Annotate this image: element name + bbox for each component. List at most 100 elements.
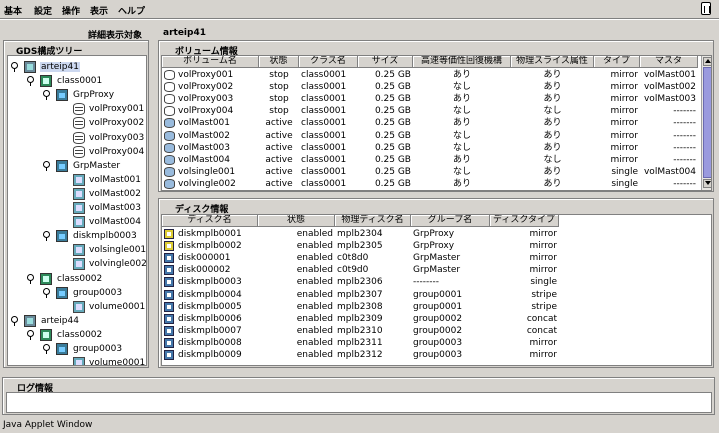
table-cell: stop bbox=[269, 94, 289, 105]
table-row[interactable]: diskmplb0007 enabled mplb2310 group0002 conc… bbox=[162, 325, 698, 337]
table-cell: なし bbox=[452, 82, 471, 93]
menu-view[interactable]: 表示 bbox=[90, 4, 108, 17]
tree-node-label: volvingle002 bbox=[89, 259, 147, 270]
column-header[interactable]: 状態 bbox=[259, 56, 299, 68]
column-header[interactable]: グループ名 bbox=[411, 215, 490, 227]
volume-icon bbox=[164, 178, 175, 189]
table-row[interactable]: volvingle002 active class0001 0.25 GB あり あり si… bbox=[162, 178, 698, 190]
table-row[interactable]: volsingle001 active class0001 0.25 GB なし あり si… bbox=[162, 166, 698, 178]
table-row[interactable]: diskmplb0005 enabled mplb2308 group0001 stri… bbox=[162, 301, 698, 313]
expand-key-icon[interactable] bbox=[43, 231, 52, 242]
table-cell: group0003 bbox=[413, 337, 463, 348]
table-row[interactable]: diskmplb0006 enabled mplb2309 group0002 conc… bbox=[162, 313, 698, 325]
table-row[interactable]: volMast004 active class0001 0.25 GB あり なし mirr… bbox=[162, 154, 698, 166]
table-cell: 0.25 GB bbox=[374, 70, 411, 80]
log-area[interactable] bbox=[6, 392, 712, 413]
expand-key-icon[interactable] bbox=[43, 160, 52, 171]
expand-key-icon[interactable] bbox=[43, 90, 52, 101]
column-header[interactable]: 高速等価性回復機構 bbox=[413, 56, 511, 68]
table-row[interactable]: disk000001 enabled c0t8d0 GrpMaster mirror bbox=[162, 252, 698, 264]
table-cell: group0001 bbox=[413, 289, 463, 300]
table-cell: active bbox=[265, 118, 293, 129]
table-cell: あり bbox=[452, 118, 471, 129]
table-cell: volMast004 bbox=[643, 166, 696, 177]
disk-icon bbox=[164, 241, 174, 252]
tree-node-label: arteip44 bbox=[41, 315, 79, 326]
table-row[interactable]: diskmplb0003 enabled mplb2306 -------- singl… bbox=[162, 276, 698, 288]
volume-icon bbox=[73, 131, 85, 144]
expand-key-icon[interactable] bbox=[27, 76, 36, 87]
table-cell: なし bbox=[452, 130, 471, 141]
table-cell: mplb2311 bbox=[337, 337, 383, 348]
menu-settings[interactable]: 設定 bbox=[34, 4, 52, 17]
menu-basic[interactable]: 基本 bbox=[4, 4, 22, 17]
table-cell: class0001 bbox=[301, 154, 347, 165]
tree-node-label: volMast003 bbox=[89, 203, 142, 213]
column-header[interactable]: 状態 bbox=[258, 215, 335, 227]
column-header[interactable]: ディスク名 bbox=[162, 215, 258, 227]
table-cell: group0002 bbox=[413, 313, 463, 324]
table-cell: 0.25 GB bbox=[374, 154, 411, 165]
volume-scroll-thumb[interactable] bbox=[703, 67, 711, 178]
scroll-up-arrow-icon[interactable] bbox=[703, 57, 711, 66]
volume-scrollbar[interactable] bbox=[701, 56, 711, 190]
table-row[interactable]: volMast003 active class0001 0.25 GB なし あり mirr… bbox=[162, 142, 698, 154]
table-cell: あり bbox=[543, 118, 562, 129]
table-row[interactable]: diskmplb0001 enabled mplb2304 GrpProxy mirro… bbox=[162, 228, 698, 240]
expand-key-icon[interactable] bbox=[27, 273, 36, 284]
column-header[interactable]: 物理ディスク名 bbox=[335, 215, 411, 227]
volume-active-icon bbox=[73, 300, 85, 313]
trash-icon[interactable] bbox=[701, 2, 711, 15]
status-bar: Java Applet Window bbox=[3, 420, 93, 430]
table-cell: 0.25 GB bbox=[374, 142, 411, 153]
table-cell: volMast002 bbox=[643, 82, 696, 93]
disk-icon bbox=[164, 313, 174, 324]
table-cell: mirror bbox=[529, 337, 557, 348]
table-cell: class0001 bbox=[301, 130, 347, 141]
table-row[interactable]: diskmplb0009 enabled mplb2312 group0003 mirr… bbox=[162, 349, 698, 361]
table-row[interactable]: volMast002 active class0001 0.25 GB なし あり mirr… bbox=[162, 130, 698, 142]
column-header[interactable]: クラス名 bbox=[299, 56, 358, 68]
scroll-down-arrow-icon[interactable] bbox=[703, 179, 711, 188]
table-row[interactable]: disk000002 enabled c0t9d0 GrpMaster mirror bbox=[162, 264, 698, 276]
column-header[interactable]: ボリューム名 bbox=[162, 56, 259, 68]
menu-operation[interactable]: 操作 bbox=[62, 4, 80, 17]
table-row[interactable]: diskmplb0008 enabled mplb2311 group0003 mirr… bbox=[162, 337, 698, 349]
column-header[interactable]: 物理スライス属性 bbox=[511, 56, 594, 68]
table-cell: mplb2308 bbox=[337, 301, 383, 312]
disk-icon bbox=[164, 301, 174, 312]
table-cell: volsingle001 bbox=[178, 166, 236, 177]
expand-key-icon[interactable] bbox=[43, 344, 52, 354]
table-row[interactable]: diskmplb0004 enabled mplb2307 group0001 stri… bbox=[162, 289, 698, 301]
table-row[interactable]: diskmplb0002 enabled mplb2305 GrpProxy mirro… bbox=[162, 240, 698, 252]
volume-icon bbox=[164, 70, 175, 80]
expand-key-icon[interactable] bbox=[27, 329, 36, 340]
table-cell: diskmplb0002 bbox=[178, 241, 242, 252]
table-cell: mirror bbox=[529, 350, 557, 360]
table-cell: diskmplb0007 bbox=[178, 325, 242, 336]
table-row[interactable]: volProxy002 stop class0001 0.25 GB なし あり mirro… bbox=[162, 81, 698, 93]
table-cell: あり bbox=[543, 82, 562, 93]
menu-help[interactable]: ヘルプ bbox=[118, 4, 145, 17]
table-cell: あり bbox=[543, 130, 562, 141]
table-cell: mplb2306 bbox=[337, 277, 383, 288]
table-cell: volvingle002 bbox=[178, 178, 236, 189]
column-header[interactable]: マスタ bbox=[640, 56, 698, 68]
table-row[interactable]: volMast001 active class0001 0.25 GB あり あり mirr… bbox=[162, 117, 698, 129]
table-cell: mirror bbox=[529, 241, 557, 252]
table-cell: なし bbox=[543, 154, 562, 165]
expand-key-icon[interactable] bbox=[43, 287, 52, 298]
table-cell: あり bbox=[452, 154, 471, 165]
table-cell: ------- bbox=[673, 154, 696, 165]
column-header[interactable]: タイプ bbox=[594, 56, 640, 68]
expand-key-icon[interactable] bbox=[11, 62, 20, 72]
table-row[interactable]: volProxy003 stop class0001 0.25 GB あり あり mirro… bbox=[162, 93, 698, 105]
table-cell: なし bbox=[452, 166, 471, 177]
group-icon bbox=[56, 89, 68, 102]
column-header[interactable]: ディスクタイプ bbox=[490, 215, 559, 227]
table-row[interactable]: volProxy004 stop class0001 0.25 GB なし なし mirro… bbox=[162, 105, 698, 117]
table-cell: volProxy002 bbox=[178, 82, 234, 93]
expand-key-icon[interactable] bbox=[11, 315, 20, 326]
table-row[interactable]: volProxy001 stop class0001 0.25 GB あり あり mirro… bbox=[162, 69, 698, 81]
column-header[interactable]: サイズ bbox=[358, 56, 413, 68]
